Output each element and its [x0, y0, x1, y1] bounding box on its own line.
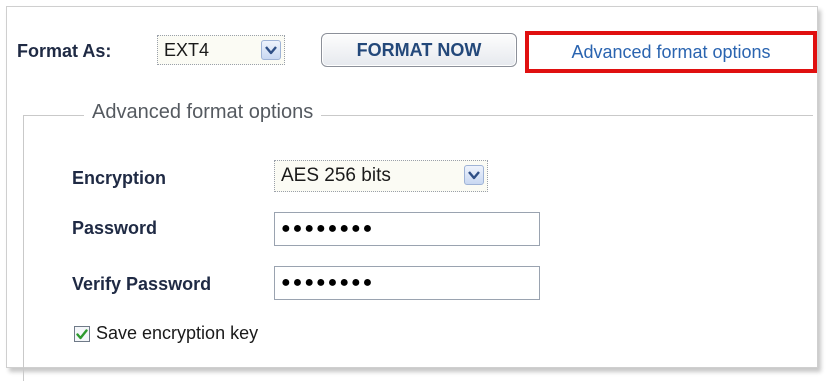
chevron-down-icon[interactable]: [261, 40, 281, 60]
advanced-format-options-group: Advanced format options Encryption AES 2…: [23, 101, 813, 381]
save-encryption-key-checkbox[interactable]: [74, 326, 90, 342]
encryption-value: AES 256 bits: [281, 165, 391, 186]
save-encryption-key-label[interactable]: Save encryption key: [96, 323, 258, 344]
checkmark-icon: [76, 328, 88, 339]
encryption-label: Encryption: [72, 168, 167, 188]
verify-password-field[interactable]: ●●●●●●●●: [274, 266, 540, 300]
format-row: Format As: EXT4 FORMAT NOW Advanced form…: [17, 31, 817, 73]
format-as-label: Format As:: [17, 41, 112, 61]
format-type-select[interactable]: EXT4: [157, 35, 285, 65]
password-label: Password: [72, 218, 158, 238]
format-now-button[interactable]: FORMAT NOW: [321, 33, 517, 67]
format-type-value: EXT4: [164, 40, 210, 60]
verify-password-label: Verify Password: [72, 274, 212, 294]
format-panel: Format As: EXT4 FORMAT NOW Advanced form…: [6, 6, 818, 381]
advanced-options-legend: Advanced format options: [84, 101, 322, 124]
advanced-format-options-link-text[interactable]: Advanced format options: [571, 42, 770, 63]
chevron-down-icon[interactable]: [464, 165, 484, 185]
password-field[interactable]: ●●●●●●●●: [274, 212, 540, 246]
encryption-select[interactable]: AES 256 bits: [274, 160, 488, 192]
advanced-format-options-link[interactable]: Advanced format options: [525, 31, 817, 73]
